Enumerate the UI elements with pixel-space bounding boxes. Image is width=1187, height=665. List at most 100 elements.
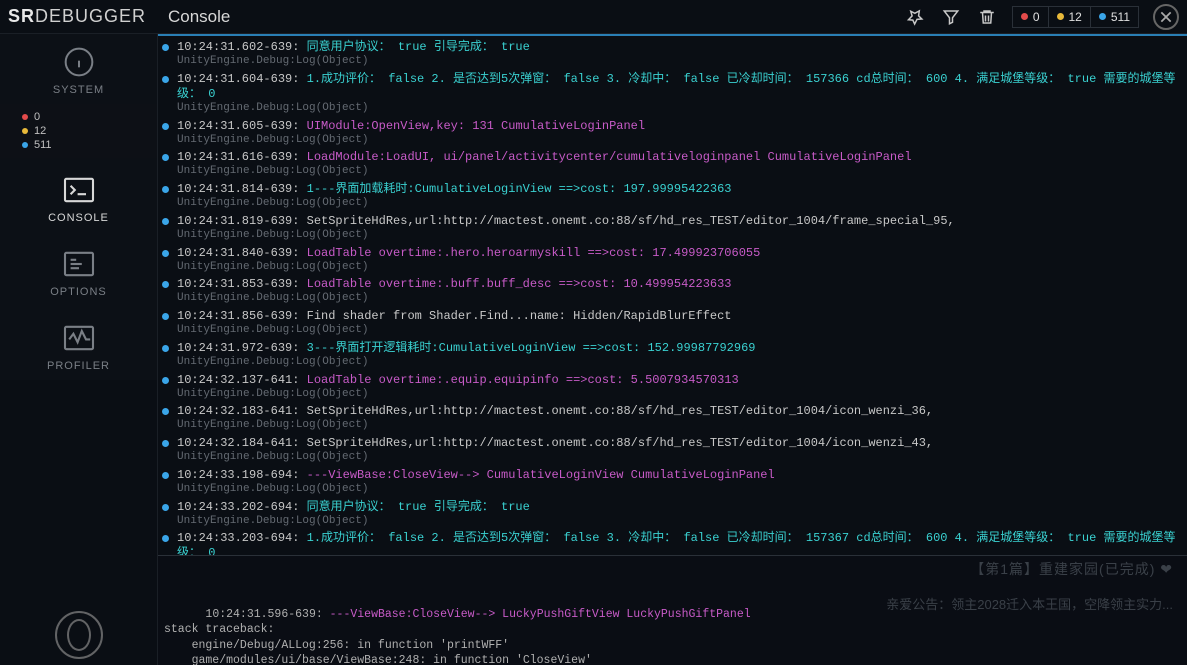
log-body: 10:24:31.814-639: 1---界面加载耗时:CumulativeL… <box>177 182 1181 211</box>
log-row[interactable]: 10:24:31.819-639: SetSpriteHdRes,url:htt… <box>162 212 1181 244</box>
log-row[interactable]: 10:24:31.853-639: LoadTable overtime:.bu… <box>162 275 1181 307</box>
log-source: UnityEngine.Debug:Log(Object) <box>177 55 1181 69</box>
log-body: 10:24:31.853-639: LoadTable overtime:.bu… <box>177 277 1181 306</box>
log-message: SetSpriteHdRes,url:http://mactest.onemt.… <box>299 436 933 450</box>
log-source: UnityEngine.Debug:Log(Object) <box>177 419 1181 433</box>
log-source: UnityEngine.Debug:Log(Object) <box>177 197 1181 211</box>
sliders-icon <box>58 246 100 282</box>
log-row[interactable]: 10:24:31.840-639: LoadTable overtime:.he… <box>162 244 1181 276</box>
log-timestamp: 10:24:33.198-694: <box>177 468 299 482</box>
log-row[interactable]: 10:24:31.616-639: LoadModule:LoadUI, ui/… <box>162 148 1181 180</box>
sidebar-item-system[interactable]: SYSTEM <box>0 34 157 104</box>
sidebar-footer <box>0 611 157 665</box>
log-source: UnityEngine.Debug:Log(Object) <box>177 324 1181 338</box>
log-body: 10:24:32.184-641: SetSpriteHdRes,url:htt… <box>177 436 1181 465</box>
page-title: Console <box>158 7 904 27</box>
side-count-errors: 0 <box>22 110 157 124</box>
log-source: UnityEngine.Debug:Log(Object) <box>177 229 1181 243</box>
app-logo: SRDEBUGGER <box>0 6 158 27</box>
log-body: 10:24:32.137-641: LoadTable overtime:.eq… <box>177 373 1181 402</box>
log-dot-icon <box>162 123 169 130</box>
log-body: 10:24:32.183-641: SetSpriteHdRes,url:htt… <box>177 404 1181 433</box>
log-message: SetSpriteHdRes,url:http://mactest.onemt.… <box>299 214 954 228</box>
log-detail-panel[interactable]: 【第1篇】重建家园(已完成) ❤ 亲爱公告：领主2028迁入本王国，空降领主实力… <box>158 555 1187 665</box>
log-dot-icon <box>162 377 169 384</box>
log-dot-icon <box>162 472 169 479</box>
log-timestamp: 10:24:31.819-639: <box>177 214 299 228</box>
sidebar-item-console[interactable]: CONSOLE <box>0 158 157 232</box>
log-message: LoadTable overtime:.hero.heroarmyskill =… <box>299 246 760 260</box>
sidebar-item-profiler[interactable]: PROFILER <box>0 306 157 380</box>
globe-icon <box>55 611 103 659</box>
terminal-icon <box>58 172 100 208</box>
detail-head: ---ViewBase:CloseView--> LuckyPushGiftVi… <box>330 608 751 621</box>
log-dot-icon <box>162 504 169 511</box>
log-message: UIModule:OpenView,key: 131 CumulativeLog… <box>299 119 645 133</box>
log-row[interactable]: 10:24:31.856-639: Find shader from Shade… <box>162 307 1181 339</box>
log-body: 10:24:31.856-639: Find shader from Shade… <box>177 309 1181 338</box>
log-row[interactable]: 10:24:33.203-694: 1.成功评价： false 2. 是否达到5… <box>162 529 1181 555</box>
log-message: SetSpriteHdRes,url:http://mactest.onemt.… <box>299 404 933 418</box>
log-row[interactable]: 10:24:31.972-639: 3---界面打开逻辑耗时:Cumulativ… <box>162 339 1181 371</box>
log-timestamp: 10:24:32.184-641: <box>177 436 299 450</box>
log-dot-icon <box>162 408 169 415</box>
side-count-warnings: 12 <box>22 124 157 138</box>
sidebar-item-label: SYSTEM <box>53 84 104 96</box>
log-row[interactable]: 10:24:31.602-639: 同意用户协议： true 引导完成： tru… <box>162 38 1181 70</box>
log-row[interactable]: 10:24:32.183-641: SetSpriteHdRes,url:htt… <box>162 402 1181 434</box>
info-badge[interactable]: 511 <box>1091 6 1139 28</box>
log-message: 3---界面打开逻辑耗时:CumulativeLoginView ==>cost… <box>299 341 755 355</box>
warnings-badge[interactable]: 12 <box>1049 6 1091 28</box>
log-dot-icon <box>162 535 169 542</box>
log-timestamp: 10:24:31.604-639: <box>177 72 299 86</box>
errors-badge[interactable]: 0 <box>1012 6 1049 28</box>
pin-icon[interactable] <box>904 6 926 28</box>
log-body: 10:24:31.616-639: LoadModule:LoadUI, ui/… <box>177 150 1181 179</box>
sidebar: SYSTEM 0 12 511 CONSOLE OPTIONS PROFILER <box>0 34 158 665</box>
sidebar-item-label: CONSOLE <box>48 212 109 224</box>
sidebar-item-label: OPTIONS <box>50 286 107 298</box>
log-row[interactable]: 10:24:32.184-641: SetSpriteHdRes,url:htt… <box>162 434 1181 466</box>
log-timestamp: 10:24:33.202-694: <box>177 500 299 514</box>
trash-icon[interactable] <box>976 6 998 28</box>
log-body: 10:24:33.202-694: 同意用户协议： true 引导完成： tru… <box>177 500 1181 529</box>
log-row[interactable]: 10:24:31.605-639: UIModule:OpenView,key:… <box>162 117 1181 149</box>
log-dot-icon <box>162 154 169 161</box>
log-timestamp: 10:24:31.814-639: <box>177 182 299 196</box>
filter-icon[interactable] <box>940 6 962 28</box>
ghost-bg-text: 【第1篇】重建家园(已完成) ❤ <box>970 560 1173 579</box>
log-row[interactable]: 10:24:31.604-639: 1.成功评价： false 2. 是否达到5… <box>162 70 1181 117</box>
log-timestamp: 10:24:31.602-639: <box>177 40 299 54</box>
log-dot-icon <box>162 345 169 352</box>
ghost-bg-text-2: 亲爱公告：领主2028迁入本王国，空降领主实力... <box>886 596 1173 614</box>
log-source: UnityEngine.Debug:Log(Object) <box>177 483 1181 497</box>
log-message: 1.成功评价： false 2. 是否达到5次弹窗： false 3. 冷却中：… <box>177 531 1176 555</box>
log-body: 10:24:31.605-639: UIModule:OpenView,key:… <box>177 119 1181 148</box>
log-body: 10:24:31.972-639: 3---界面打开逻辑耗时:Cumulativ… <box>177 341 1181 370</box>
log-timestamp: 10:24:32.183-641: <box>177 404 299 418</box>
log-source: UnityEngine.Debug:Log(Object) <box>177 356 1181 370</box>
log-row[interactable]: 10:24:33.198-694: ---ViewBase:CloseView-… <box>162 466 1181 498</box>
log-message: 1.成功评价： false 2. 是否达到5次弹窗： false 3. 冷却中：… <box>177 72 1176 101</box>
log-dot-icon <box>162 250 169 257</box>
log-timestamp: 10:24:31.972-639: <box>177 341 299 355</box>
info-circle-icon <box>58 44 100 80</box>
log-body: 10:24:31.604-639: 1.成功评价： false 2. 是否达到5… <box>177 72 1181 116</box>
log-body: 10:24:33.203-694: 1.成功评价： false 2. 是否达到5… <box>177 531 1181 555</box>
log-dot-icon <box>162 44 169 51</box>
sidebar-item-options[interactable]: OPTIONS <box>0 232 157 306</box>
app-header: SRDEBUGGER Console 0 12 511 <box>0 0 1187 34</box>
log-source: UnityEngine.Debug:Log(Object) <box>177 134 1181 148</box>
console-panel: 10:24:31.602-639: 同意用户协议： true 引导完成： tru… <box>158 34 1187 665</box>
log-message: 1---界面加载耗时:CumulativeLoginView ==>cost: … <box>299 182 731 196</box>
close-icon[interactable] <box>1153 4 1179 30</box>
log-timestamp: 10:24:31.605-639: <box>177 119 299 133</box>
log-dot-icon <box>162 186 169 193</box>
log-list[interactable]: 10:24:31.602-639: 同意用户协议： true 引导完成： tru… <box>158 34 1187 555</box>
log-row[interactable]: 10:24:33.202-694: 同意用户协议： true 引导完成： tru… <box>162 498 1181 530</box>
log-row[interactable]: 10:24:32.137-641: LoadTable overtime:.eq… <box>162 371 1181 403</box>
log-row[interactable]: 10:24:31.814-639: 1---界面加载耗时:CumulativeL… <box>162 180 1181 212</box>
log-source: UnityEngine.Debug:Log(Object) <box>177 388 1181 402</box>
log-source: UnityEngine.Debug:Log(Object) <box>177 451 1181 465</box>
header-tools: 0 12 511 <box>904 4 1187 30</box>
